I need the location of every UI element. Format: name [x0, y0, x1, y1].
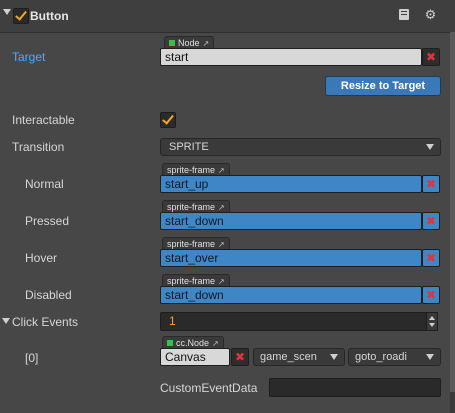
gear-icon[interactable]: ⚙ [424, 8, 437, 21]
interactable-checkbox[interactable] [160, 112, 176, 128]
event-component-value: game_scen [260, 351, 317, 363]
chevron-down-icon[interactable] [3, 9, 11, 15]
increment-icon[interactable] [429, 316, 435, 320]
normal-label: Normal [25, 177, 64, 191]
component-enabled-checkbox[interactable] [13, 8, 29, 24]
event-handler-select[interactable]: goto_roadi [348, 348, 441, 366]
chevron-down-icon [330, 354, 338, 360]
hover-label: Hover [25, 251, 58, 265]
check-icon [162, 112, 174, 125]
target-label: Target [12, 50, 46, 64]
hover-sprite-field[interactable]: start_over [160, 249, 422, 267]
pressed-type-text: sprite-frame [167, 202, 216, 212]
event-node-field[interactable]: Canvas [160, 348, 230, 366]
chevron-down-icon [426, 354, 434, 360]
component-title: Button [30, 9, 69, 23]
disabled-label: Disabled [25, 288, 72, 302]
event-index-label: [0] [25, 351, 39, 365]
book-icon[interactable] [399, 9, 409, 20]
click-events-count-input[interactable]: 1 [160, 312, 438, 331]
custom-event-data-input[interactable] [269, 378, 441, 397]
pressed-sprite-field[interactable]: start_down [160, 212, 422, 230]
scrollbar-thumb[interactable] [450, 32, 455, 392]
target-field[interactable]: start [160, 48, 422, 66]
pressed-remove-button[interactable]: ✖ [422, 212, 440, 230]
resize-to-target-button[interactable]: Resize to Target [325, 76, 441, 96]
event-node-remove-button[interactable]: ✖ [231, 348, 249, 366]
transition-select[interactable]: SPRITE [160, 138, 441, 156]
chevron-down-icon [426, 144, 434, 150]
custom-event-data-label: CustomEventData [160, 381, 258, 395]
transition-label: Transition [12, 140, 65, 154]
target-type-text: Node [178, 38, 200, 48]
hover-type-text: sprite-frame [167, 239, 216, 249]
click-events-stepper[interactable] [426, 312, 438, 331]
normal-sprite-field[interactable]: start_up [160, 175, 422, 193]
transition-value: SPRITE [169, 141, 209, 153]
event-node-type-text: cc.Node [176, 338, 210, 348]
disabled-sprite-field[interactable]: start_down [160, 286, 422, 304]
node-type-icon [169, 40, 175, 46]
disabled-remove-button[interactable]: ✖ [422, 286, 440, 304]
node-type-icon [167, 340, 173, 346]
target-remove-button[interactable]: ✖ [422, 48, 440, 66]
interactable-label: Interactable [12, 113, 75, 127]
normal-remove-button[interactable]: ✖ [422, 175, 440, 193]
event-component-select[interactable]: game_scen [253, 348, 345, 366]
check-icon [15, 8, 27, 21]
hover-remove-button[interactable]: ✖ [422, 249, 440, 267]
disabled-type-text: sprite-frame [167, 276, 216, 286]
pressed-label: Pressed [25, 214, 70, 228]
click-events-label: Click Events [12, 315, 79, 329]
decrement-icon[interactable] [429, 323, 435, 327]
chevron-down-icon[interactable] [2, 318, 10, 324]
event-handler-value: goto_roadi [355, 351, 407, 363]
normal-type-text: sprite-frame [167, 165, 216, 175]
